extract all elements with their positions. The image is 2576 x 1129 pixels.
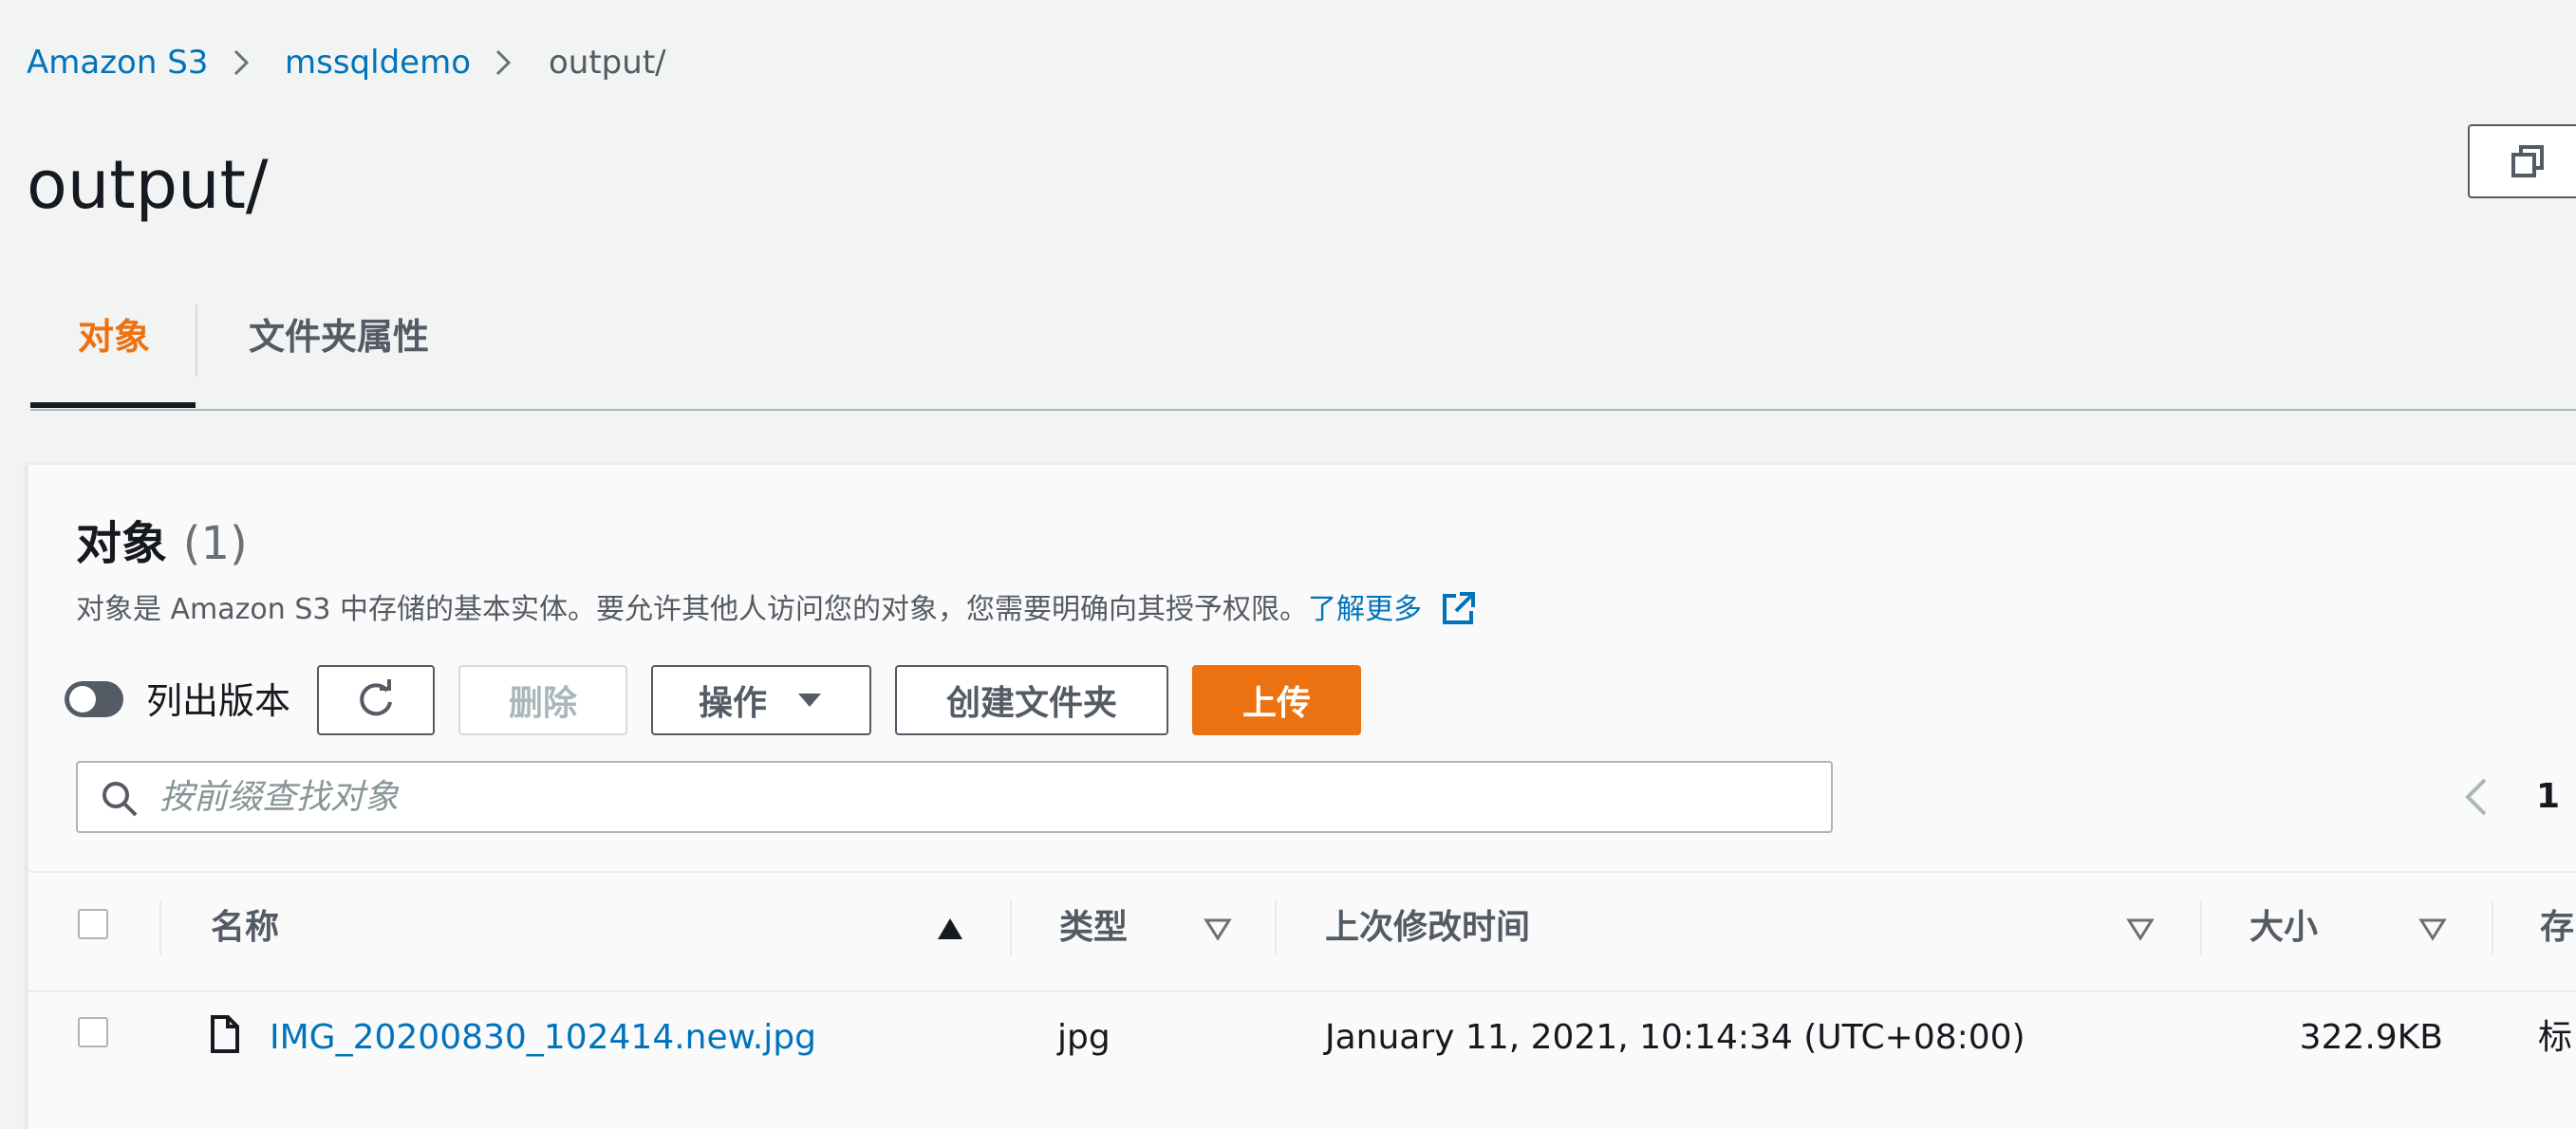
row-checkbox[interactable] xyxy=(78,1017,108,1047)
toggle-knob xyxy=(69,686,96,713)
search-input[interactable] xyxy=(159,772,1773,822)
object-last-modified: January 11, 2021, 10:14:34 (UTC+08:00) xyxy=(1325,1018,2025,1057)
copy-s3-uri-button[interactable] xyxy=(2468,124,2576,198)
objects-heading: 对象 (1) xyxy=(76,512,248,575)
learn-more-link[interactable]: 了解更多 xyxy=(1308,593,1422,626)
search-icon xyxy=(103,782,138,817)
chevron-right-icon xyxy=(233,49,250,76)
file-icon xyxy=(211,1015,239,1053)
object-type: jpg xyxy=(1057,1018,1111,1057)
delete-button[interactable]: 删除 xyxy=(458,665,627,735)
object-name-link[interactable]: IMG_20200830_102414.new.jpg xyxy=(270,1015,816,1061)
copy-icon xyxy=(2511,145,2544,177)
select-all-checkbox[interactable] xyxy=(78,909,108,939)
column-separator xyxy=(1010,899,1012,956)
column-separator xyxy=(2200,899,2202,956)
create-folder-button[interactable]: 创建文件夹 xyxy=(895,665,1168,735)
sort-icon[interactable] xyxy=(2418,916,2447,941)
actions-dropdown-button[interactable]: 操作 xyxy=(651,665,871,735)
current-page-number[interactable]: 1 xyxy=(2536,776,2560,818)
breadcrumb-link-amazon-s3[interactable]: Amazon S3 xyxy=(27,42,208,83)
objects-description-text: 对象是 Amazon S3 中存储的基本实体。要允许其他人访问您的对象，您需要明… xyxy=(76,593,1308,626)
table-header xyxy=(28,871,2576,992)
breadcrumb-link-bucket[interactable]: mssqldemo xyxy=(285,42,471,83)
column-separator xyxy=(1275,899,1277,956)
object-storage-class: 标 xyxy=(2538,1018,2573,1057)
breadcrumb-current: output/ xyxy=(549,44,666,82)
sort-icon[interactable] xyxy=(2126,916,2155,941)
sort-ascending-icon[interactable] xyxy=(936,916,964,941)
column-header-type[interactable]: 类型 xyxy=(1059,905,1128,951)
tab-divider xyxy=(196,305,197,377)
upload-button[interactable]: 上传 xyxy=(1192,665,1361,735)
objects-description: 对象是 Amazon S3 中存储的基本实体。要允许其他人访问您的对象，您需要明… xyxy=(76,590,1477,630)
caret-down-icon xyxy=(798,694,821,707)
column-header-size[interactable]: 大小 xyxy=(2249,905,2318,951)
column-header-last-modified[interactable]: 上次修改时间 xyxy=(1325,905,1530,951)
sort-icon[interactable] xyxy=(1204,916,1232,941)
page-title: output/ xyxy=(27,146,269,224)
previous-page-icon[interactable] xyxy=(2458,776,2496,818)
column-header-storage-class[interactable]: 存 xyxy=(2540,905,2574,951)
external-link-icon[interactable] xyxy=(1439,590,1477,628)
column-separator xyxy=(159,899,161,956)
refresh-icon xyxy=(360,679,392,716)
list-versions-toggle[interactable] xyxy=(65,681,123,717)
column-header-name[interactable]: 名称 xyxy=(211,905,279,951)
objects-heading-title: 对象 xyxy=(76,517,168,570)
tabs-baseline xyxy=(30,409,2576,411)
search-box xyxy=(76,761,1833,833)
actions-label: 操作 xyxy=(698,684,767,723)
refresh-button[interactable] xyxy=(317,665,435,735)
list-versions-label: 列出版本 xyxy=(146,680,291,722)
chevron-right-icon xyxy=(495,49,512,76)
objects-count: (1) xyxy=(182,517,248,570)
active-tab-indicator xyxy=(30,402,196,408)
tab-objects[interactable]: 对象 xyxy=(78,313,150,361)
tab-folder-properties[interactable]: 文件夹属性 xyxy=(249,313,429,361)
object-size: 322.9KB xyxy=(2299,1018,2443,1057)
column-separator xyxy=(2492,899,2493,956)
